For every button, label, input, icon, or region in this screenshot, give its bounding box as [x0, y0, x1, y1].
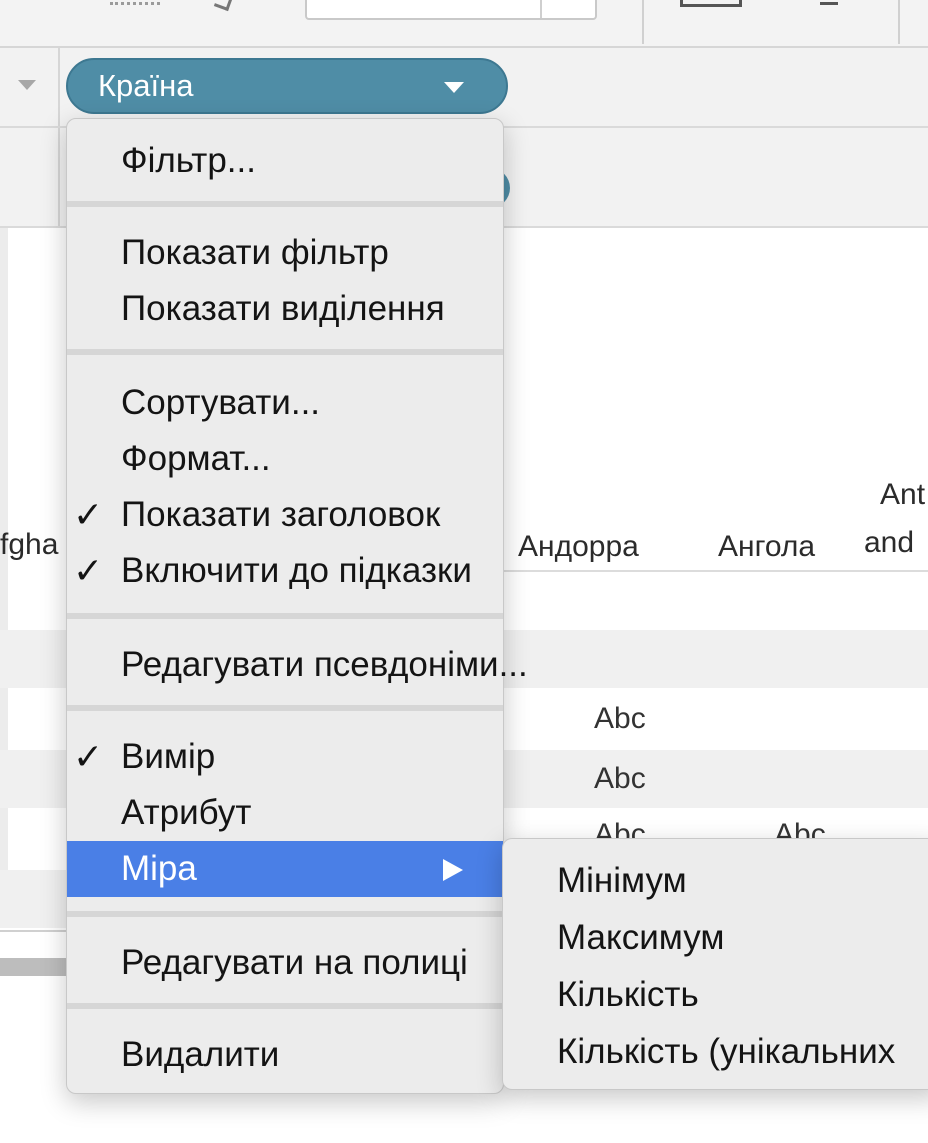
column-header[interactable]: Ангола: [718, 530, 815, 564]
menu-separator: [67, 349, 503, 355]
scroll-track-line: [0, 930, 70, 932]
field-pill-country[interactable]: Країна: [66, 58, 508, 114]
menu-item-filter[interactable]: Фільтр...: [67, 133, 503, 189]
column-header[interactable]: Ant: [880, 478, 925, 512]
menu-item-measure[interactable]: Міра: [67, 841, 503, 897]
menu-separator: [67, 1003, 503, 1009]
toolbar-input-divider: [540, 0, 542, 18]
menu-separator: [67, 705, 503, 711]
menu-item-remove[interactable]: Видалити: [67, 1027, 503, 1083]
menu-item-sort[interactable]: Сортувати...: [67, 375, 503, 431]
context-menu: Фільтр... Показати фільтр Показати виділ…: [66, 118, 528, 1094]
menu-item-edit-in-shelf[interactable]: Редагувати на полиці: [67, 935, 503, 991]
submenu-arrow-icon: [443, 859, 463, 881]
submenu-item-count[interactable]: Кількість: [557, 967, 699, 1023]
menu-separator: [67, 201, 503, 207]
menu-item-show-filter[interactable]: Показати фільтр: [67, 225, 503, 281]
column-header[interactable]: Андорра: [518, 530, 639, 564]
menu-separator: [67, 613, 503, 619]
submenu-item-maximum[interactable]: Максимум: [557, 910, 724, 966]
toolbar-dots-icon[interactable]: [110, 0, 160, 5]
pill-dropdown-icon[interactable]: [444, 82, 464, 93]
header-divider: [500, 570, 928, 572]
checkmark-icon: ✓: [73, 550, 104, 591]
table-cell: Abc: [594, 762, 646, 795]
column-header[interactable]: fgha: [0, 528, 58, 562]
column-header[interactable]: and: [864, 526, 914, 560]
submenu-item-minimum[interactable]: Мінімум: [557, 853, 687, 909]
menu-item-attribute[interactable]: Атрибут: [67, 785, 503, 841]
submenu-item-count-distinct[interactable]: Кількість (унікальних: [557, 1024, 895, 1080]
menu-item-show-header[interactable]: ✓ Показати заголовок: [67, 487, 503, 543]
menu-item-include-in-tooltip[interactable]: ✓ Включити до підказки: [67, 543, 503, 599]
horizontal-scrollbar[interactable]: [0, 958, 70, 976]
toolbar-separator: [898, 0, 900, 44]
pill-label: Країна: [98, 68, 194, 103]
checkmark-icon: ✓: [73, 736, 104, 777]
menu-item-format[interactable]: Формат...: [67, 431, 503, 487]
view-left-edge: [0, 228, 8, 928]
menu-item-edit-aliases[interactable]: Редагувати псевдоніми...: [67, 637, 528, 693]
toolbar-pin-icon[interactable]: [820, 0, 838, 5]
toolbar-search-input[interactable]: [305, 0, 597, 20]
shelf-divider: [58, 48, 60, 126]
toolbar-separator: [642, 0, 644, 44]
shelf-divider: [58, 128, 60, 226]
checkmark-icon: ✓: [73, 494, 104, 535]
shelf-dropdown-icon[interactable]: [18, 80, 36, 90]
menu-item-dimension[interactable]: ✓ Вимір: [67, 729, 503, 785]
toolbar-layout-icon[interactable]: [680, 0, 742, 7]
measure-submenu: Мінімум Максимум Кількість Кількість (ун…: [502, 838, 928, 1090]
menu-item-show-highlight[interactable]: Показати виділення: [67, 281, 503, 337]
menu-separator: [67, 911, 503, 917]
table-cell: Abc: [594, 702, 646, 735]
